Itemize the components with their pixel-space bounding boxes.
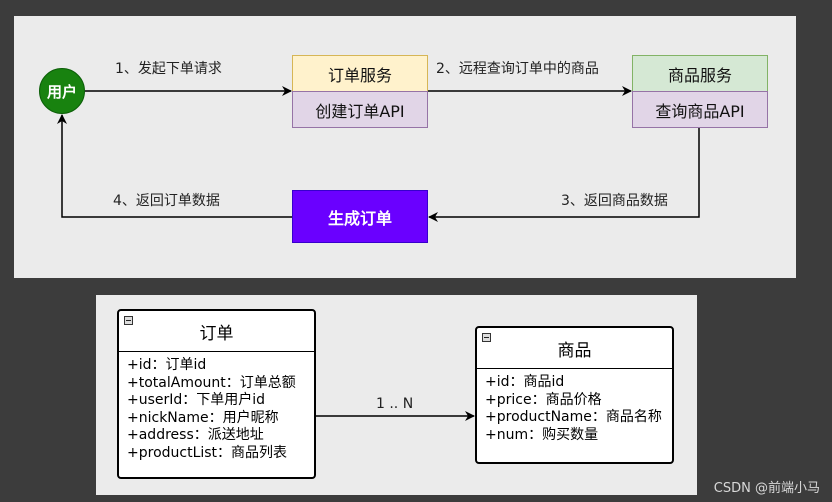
uml-field: +id：订单id (127, 357, 207, 373)
watermark: CSDN @前端小马 (713, 481, 820, 496)
uml-field: +price：商品价格 (485, 391, 602, 408)
uml-field: +productName：商品名称 (485, 409, 662, 426)
uml-class-product-fields: +id：商品id +price：商品价格 +productName：商品名称 +… (477, 369, 672, 444)
uml-class-product: 商品 +id：商品id +price：商品价格 +productName：商品名… (475, 326, 674, 464)
uml-class-order-header: 订单 (119, 311, 314, 352)
multiplicity-label: 1 .. N (376, 396, 414, 412)
collapse-icon[interactable] (124, 316, 133, 325)
uml-class-order: 订单 +id：订单id +totalAmount：订单总额 +userId：下单… (117, 309, 316, 479)
collapse-icon[interactable] (482, 333, 491, 342)
uml-class-order-fields: +id：订单id +totalAmount：订单总额 +userId：下单用户i… (119, 352, 314, 463)
uml-field: +address：派送地址 (127, 427, 264, 444)
uml-field: +nickName：用户昵称 (127, 409, 279, 426)
uml-field: +id：商品id (485, 374, 565, 390)
uml-field: +userId：下单用户id (127, 392, 266, 409)
uml-class-product-header: 商品 (477, 328, 672, 369)
uml-class-order-title: 订单 (199, 323, 234, 344)
uml-field: +totalAmount：订单总额 (127, 374, 296, 391)
uml-field: +productList：商品列表 (127, 444, 288, 461)
uml-class-product-title: 商品 (557, 340, 592, 361)
uml-field: +num：购买数量 (485, 426, 599, 443)
